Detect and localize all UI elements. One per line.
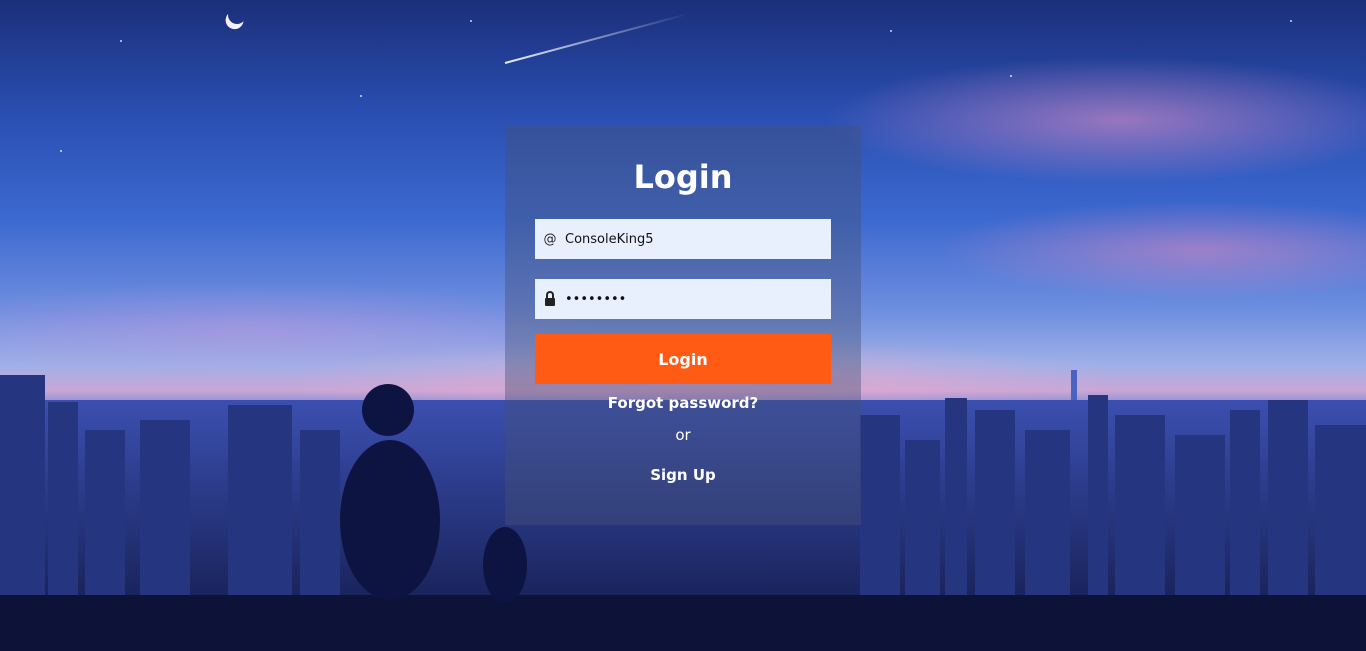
username-input[interactable]: [565, 219, 825, 259]
star: [360, 95, 362, 97]
star: [60, 150, 62, 152]
signup-link[interactable]: Sign Up: [505, 466, 861, 484]
lock-icon: [540, 279, 560, 319]
star: [120, 40, 122, 42]
star: [470, 20, 472, 22]
forgot-password-link[interactable]: Forgot password?: [505, 394, 861, 412]
password-field[interactable]: [535, 279, 831, 319]
or-divider: or: [675, 426, 691, 444]
star: [890, 30, 892, 32]
login-title: Login: [633, 158, 733, 196]
star: [1290, 20, 1292, 22]
username-field[interactable]: @: [535, 219, 831, 259]
at-icon: @: [543, 231, 557, 247]
login-button[interactable]: Login: [535, 334, 831, 384]
password-input[interactable]: [565, 279, 825, 319]
star: [1010, 75, 1012, 77]
